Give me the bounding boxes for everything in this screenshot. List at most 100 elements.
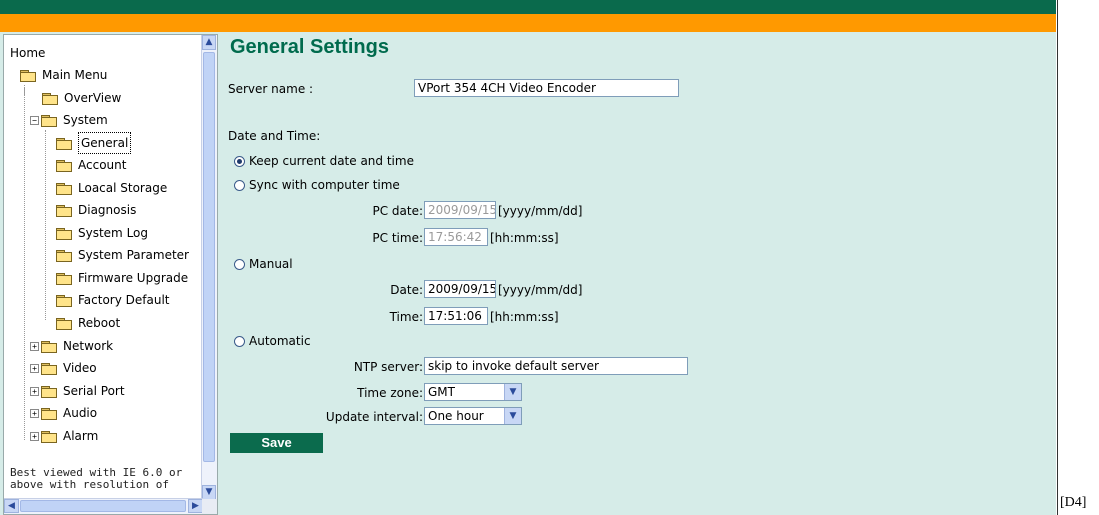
pc-time-input: 17:56:42 — [424, 228, 488, 246]
navigation-frame: Home Main Menu OverView − System General — [3, 34, 218, 515]
folder-icon — [56, 182, 72, 195]
main-content: General Settings Server name : VPort 354… — [228, 34, 1048, 504]
sidebar-item-home[interactable]: Home — [10, 43, 45, 63]
sidebar-item-reboot[interactable]: Reboot — [56, 313, 120, 333]
folder-icon — [56, 294, 72, 307]
server-name-input[interactable]: VPort 354 4CH Video Encoder — [414, 79, 679, 97]
sidebar-item-firmware-upgrade[interactable]: Firmware Upgrade — [56, 268, 188, 288]
update-interval-value: One hour — [428, 409, 484, 423]
navigation-tree: Home Main Menu OverView − System General — [4, 35, 204, 505]
folder-icon — [56, 249, 72, 262]
radio-manual[interactable]: Manual — [234, 257, 293, 271]
sidebar-item-alarm[interactable]: + Alarm — [30, 426, 98, 446]
sidebar-item-label: Video — [63, 361, 97, 375]
folder-icon — [56, 227, 72, 240]
sidebar-item-label: Home — [10, 46, 46, 60]
pc-date-label: PC date: — [372, 204, 423, 218]
expand-icon[interactable]: + — [30, 386, 39, 396]
scroll-up-icon[interactable]: ▲ — [202, 35, 216, 50]
expand-icon[interactable]: + — [30, 408, 39, 418]
date-input[interactable]: 2009/09/15 — [424, 280, 496, 298]
scroll-down-icon[interactable]: ▼ — [202, 485, 216, 500]
server-name-label: Server name : — [228, 82, 314, 96]
date-time-label: Date and Time: — [228, 129, 321, 143]
horizontal-scroll-thumb[interactable] — [20, 500, 186, 512]
radio-manual-label: Manual — [249, 257, 293, 271]
sidebar-item-diagnosis[interactable]: Diagnosis — [56, 200, 136, 220]
folder-icon — [56, 272, 72, 285]
radio-keep-current[interactable]: Keep current date and time — [234, 154, 414, 168]
radio-automatic[interactable]: Automatic — [234, 334, 311, 348]
radio-unselected-icon[interactable] — [234, 335, 245, 347]
expand-icon[interactable]: + — [30, 341, 39, 351]
page-frame: Home Main Menu OverView − System General — [0, 0, 1056, 515]
folder-icon — [41, 430, 57, 443]
sidebar-item-label: System Parameter — [78, 248, 189, 262]
radio-sync-computer[interactable]: Sync with computer time — [234, 178, 400, 192]
update-interval-label: Update interval: — [325, 410, 423, 424]
time-zone-select[interactable]: GMT ▼ — [424, 383, 522, 401]
ntp-server-label: NTP server: — [353, 360, 423, 374]
browser-recommendation-note: Best viewed with IE 6.0 or above with re… — [10, 466, 183, 491]
collapse-icon[interactable]: − — [30, 115, 39, 125]
sidebar-item-label: Main Menu — [42, 68, 108, 82]
expand-icon[interactable]: + — [30, 363, 39, 373]
sidebar-item-local-storage[interactable]: Loacal Storage — [56, 178, 167, 198]
folder-icon — [42, 92, 58, 105]
radio-unselected-icon[interactable] — [234, 258, 245, 270]
sidebar-item-label: Loacal Storage — [78, 181, 168, 195]
time-input[interactable]: 17:51:06 — [424, 307, 488, 325]
folder-icon — [41, 340, 57, 353]
sidebar-item-video[interactable]: + Video — [30, 358, 97, 378]
sidebar-item-label: Reboot — [78, 316, 121, 330]
sidebar-item-factory-default[interactable]: Factory Default — [56, 290, 170, 310]
sidebar-item-label: Alarm — [63, 429, 99, 443]
chevron-down-icon[interactable]: ▼ — [504, 384, 521, 400]
sidebar-item-overview[interactable]: OverView — [42, 88, 121, 108]
radio-sync-label: Sync with computer time — [249, 178, 400, 192]
update-interval-select[interactable]: One hour ▼ — [424, 407, 522, 425]
radio-unselected-icon[interactable] — [234, 179, 245, 191]
sidebar-item-general[interactable]: General — [56, 132, 132, 154]
sidebar-item-label: Account — [78, 158, 127, 172]
sidebar-item-label: Diagnosis — [78, 203, 137, 217]
open-folder-icon — [41, 114, 57, 127]
ntp-server-input[interactable]: skip to invoke default server — [424, 357, 688, 375]
radio-keep-label: Keep current date and time — [249, 154, 414, 168]
sidebar-item-system[interactable]: − System — [30, 110, 108, 130]
vertical-scrollbar[interactable]: ▲ ▼ — [201, 35, 217, 501]
save-button[interactable]: Save — [230, 433, 323, 453]
frame-border-line — [1057, 0, 1058, 515]
tree-line — [24, 85, 25, 440]
page-title: General Settings — [230, 36, 389, 58]
sidebar-item-serial-port[interactable]: + Serial Port — [30, 381, 125, 401]
sidebar-item-system-log[interactable]: System Log — [56, 223, 148, 243]
vertical-scroll-thumb[interactable] — [203, 52, 215, 462]
scroll-left-icon[interactable]: ◀ — [4, 499, 19, 513]
sidebar-item-audio[interactable]: + Audio — [30, 403, 97, 423]
folder-icon — [56, 317, 72, 330]
folder-icon — [56, 159, 72, 172]
sidebar-item-system-parameter[interactable]: System Parameter — [56, 245, 189, 265]
folder-icon — [41, 407, 57, 420]
tree-line — [45, 130, 46, 320]
sidebar-item-label: OverView — [64, 91, 122, 105]
pc-time-format: [hh:mm:ss] — [490, 231, 559, 245]
folder-icon — [56, 204, 72, 217]
sidebar-item-label: System — [63, 113, 108, 127]
sidebar-item-account[interactable]: Account — [56, 155, 126, 175]
horizontal-scrollbar[interactable]: ◀ ▶ — [4, 498, 203, 514]
open-folder-icon — [20, 69, 36, 82]
sidebar-item-network[interactable]: + Network — [30, 336, 113, 356]
pc-date-format: [yyyy/mm/dd] — [498, 204, 583, 218]
folder-icon — [41, 362, 57, 375]
sidebar-item-label: General — [78, 132, 132, 154]
sidebar-item-main-menu[interactable]: Main Menu — [20, 65, 107, 85]
expand-icon[interactable]: + — [30, 431, 39, 441]
folder-icon — [41, 385, 57, 398]
scrollbar-corner — [202, 499, 217, 514]
chevron-down-icon[interactable]: ▼ — [504, 408, 521, 424]
radio-selected-icon[interactable] — [234, 155, 245, 167]
scroll-right-icon[interactable]: ▶ — [188, 499, 203, 513]
sidebar-item-label: Firmware Upgrade — [78, 271, 189, 285]
